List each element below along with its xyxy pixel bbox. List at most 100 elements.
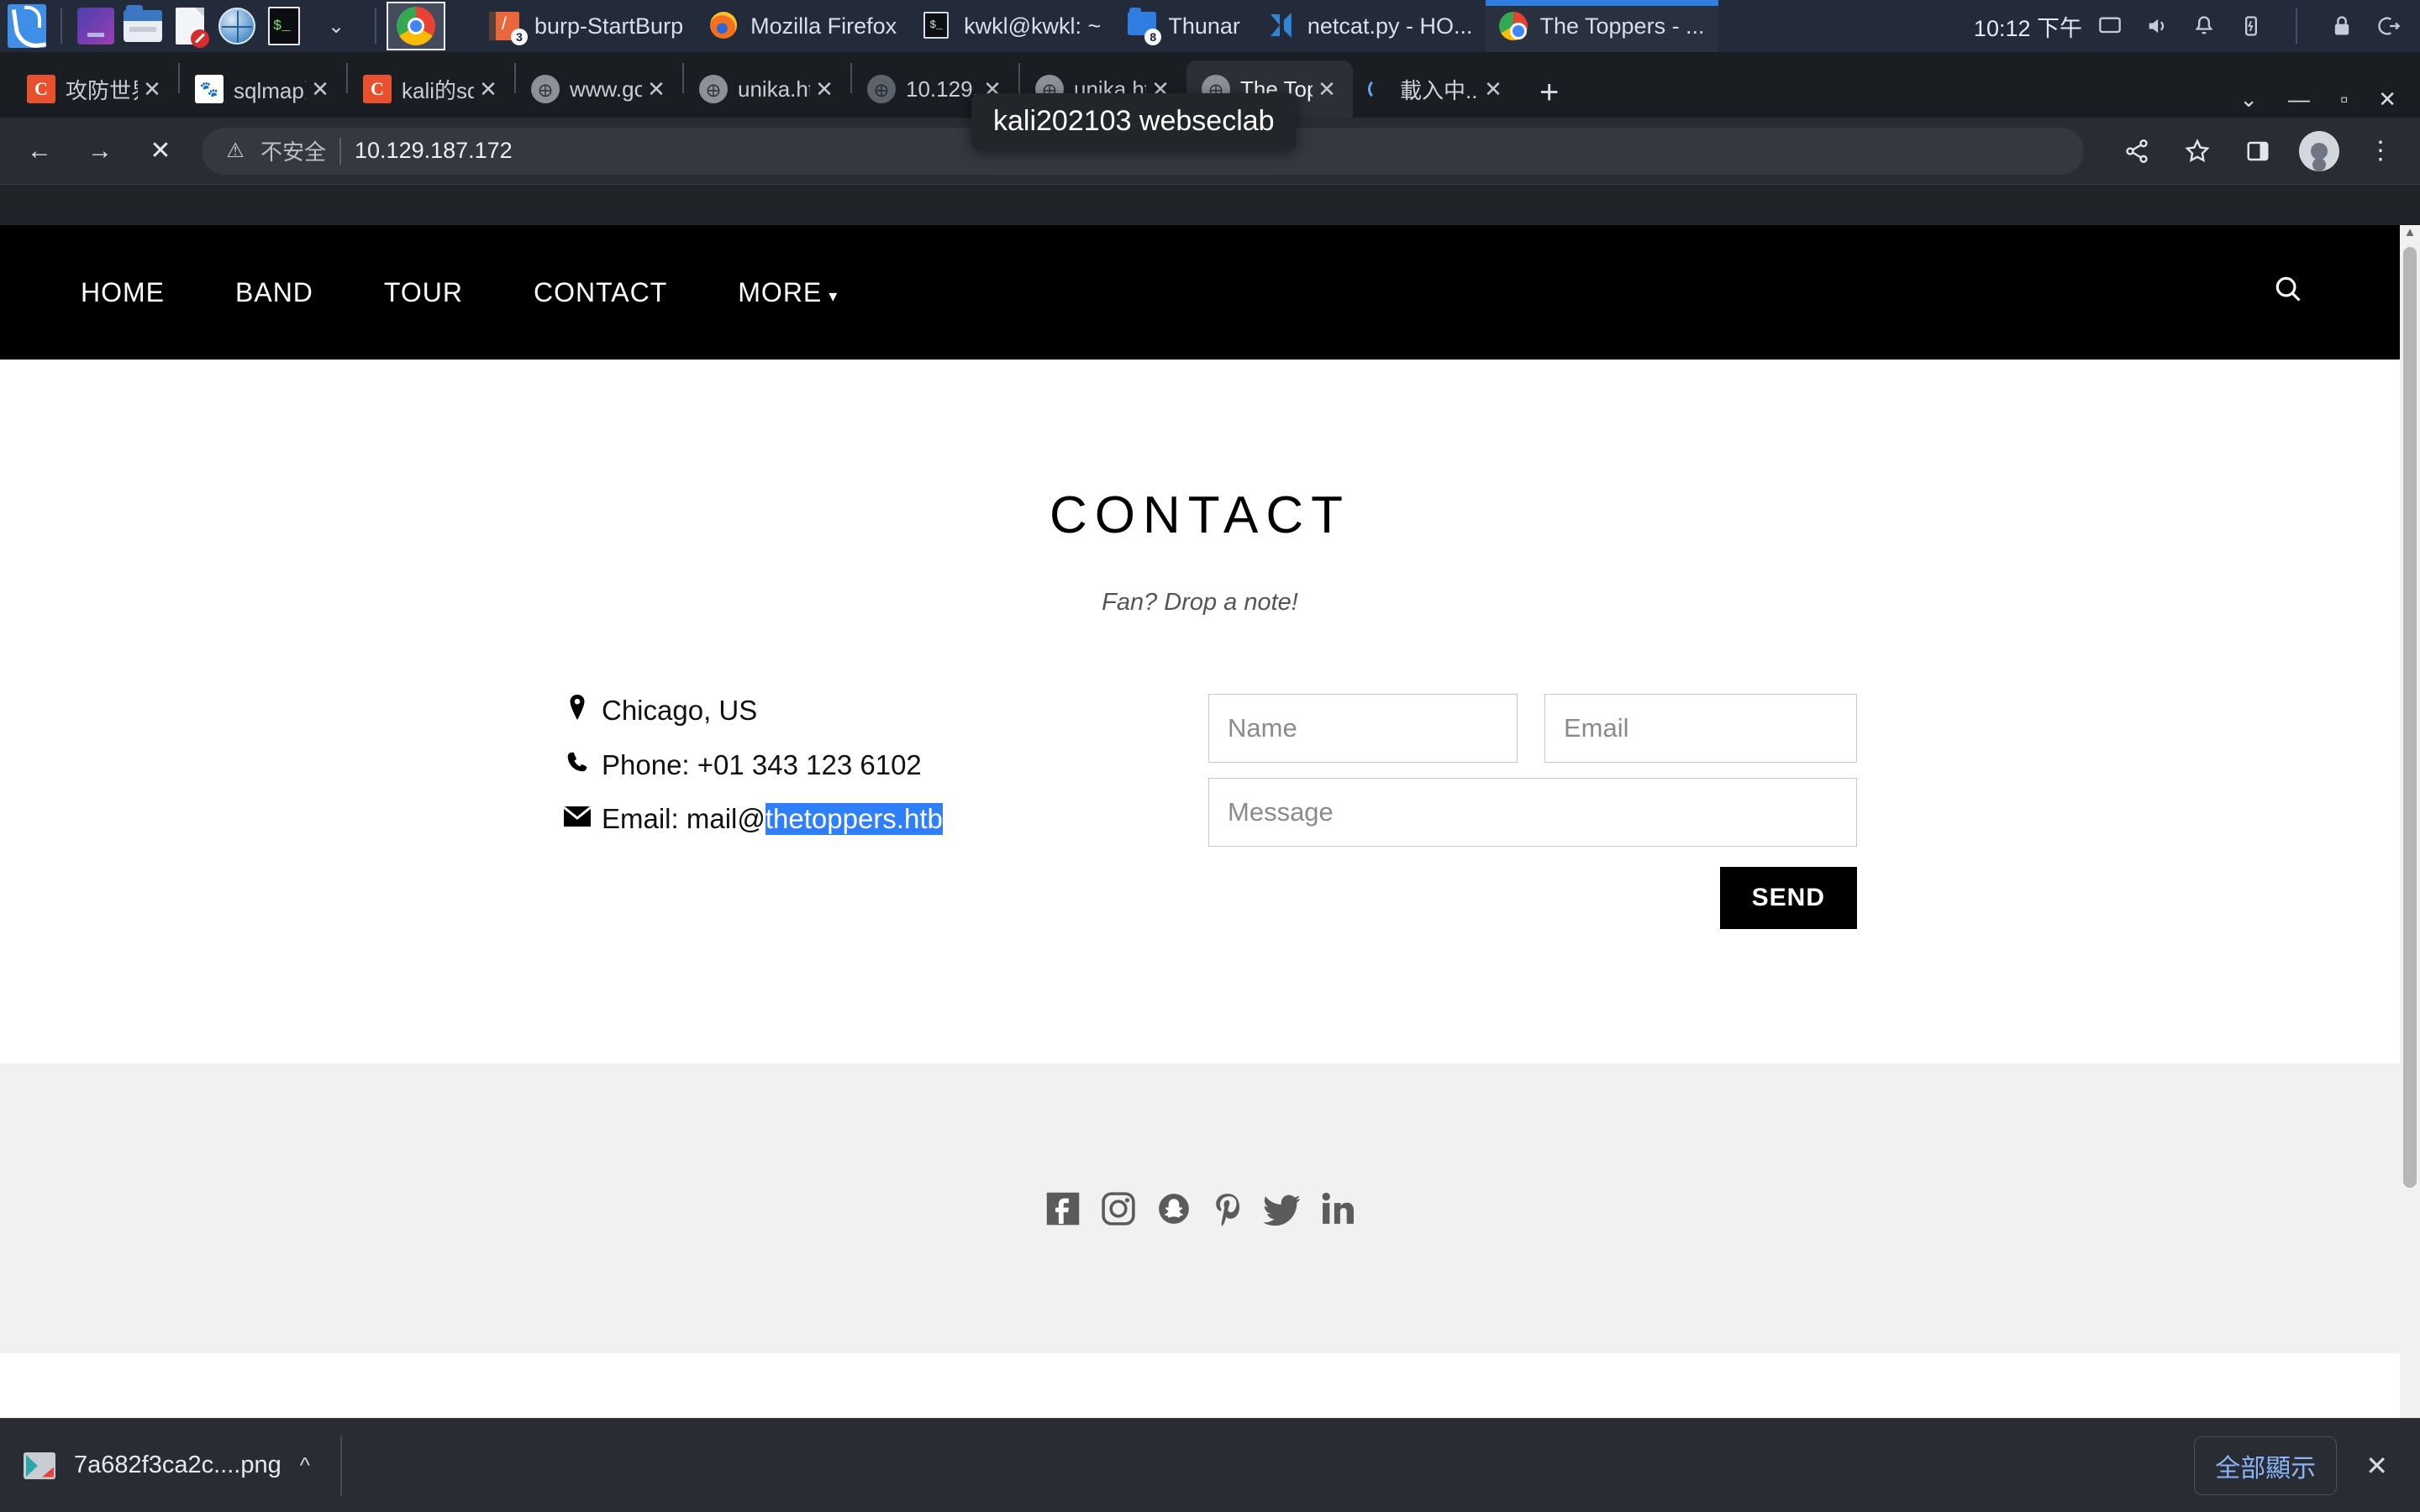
divider <box>375 8 376 44</box>
baidu-icon: 🐾 <box>195 75 224 103</box>
chrome-icon <box>1499 12 1528 40</box>
display-icon[interactable] <box>2097 13 2123 39</box>
stop-loading-button[interactable]: ✕ <box>141 132 180 171</box>
vscode-icon <box>1267 12 1296 40</box>
minimize-button[interactable]: — <box>2288 87 2310 113</box>
nav-item-tour[interactable]: TOUR <box>349 277 498 308</box>
terminal-icon[interactable]: $_ <box>260 3 308 50</box>
tab-1[interactable]: 🐾 sqlmap更新 ✕ <box>180 60 346 118</box>
send-button[interactable]: SEND <box>1719 867 1857 929</box>
taskbar-window-terminal[interactable]: $_ kwkl@kwkl: ~ <box>910 0 1114 52</box>
spinner-icon <box>1368 78 1390 100</box>
selected-email-domain[interactable]: thetoppers.htb <box>765 803 943 835</box>
volume-icon[interactable] <box>2144 13 2170 39</box>
system-tray <box>2097 8 2420 44</box>
twitter-icon[interactable] <box>1263 1190 1302 1227</box>
tab-2[interactable]: C kali的sqlm ✕ <box>348 60 514 118</box>
lock-icon[interactable] <box>2329 13 2354 39</box>
nav-item-band[interactable]: BAND <box>200 277 349 308</box>
nav-item-contact[interactable]: CONTACT <box>498 277 702 308</box>
divider <box>339 1435 342 1496</box>
image-file-icon <box>24 1452 55 1479</box>
tab-0[interactable]: C 攻防世界w ✕ <box>12 60 178 118</box>
search-icon[interactable] <box>2272 273 2354 312</box>
taskbar-window-label: kwkl@kwkl: ~ <box>964 13 1102 39</box>
chevron-up-icon[interactable]: ^ <box>300 1452 310 1478</box>
system-taskbar: $_ ⌄ 3 burp-StartBurp Mozilla Firefox $_… <box>0 0 2420 52</box>
pinterest-icon[interactable] <box>1211 1190 1244 1227</box>
taskbar-window-chrome[interactable]: The Toppers - ... <box>1486 0 1718 52</box>
tab-close-icon[interactable]: ✕ <box>306 76 334 102</box>
maximize-button[interactable]: ▫ <box>2340 87 2348 113</box>
snapchat-icon[interactable] <box>1155 1190 1192 1227</box>
window-title-tooltip: kali202103 webseclab <box>971 93 1297 150</box>
text-editor-icon[interactable] <box>166 3 213 50</box>
close-window-button[interactable]: ✕ <box>2378 87 2396 113</box>
battery-icon[interactable] <box>2238 13 2264 39</box>
download-item[interactable]: 7a682f3ca2c....png ^ <box>24 1452 340 1479</box>
share-icon[interactable] <box>2118 132 2156 171</box>
message-input[interactable]: Message <box>1208 778 1857 847</box>
file-manager-icon[interactable] <box>119 3 166 50</box>
close-download-shelf-button[interactable]: ✕ <box>2365 1450 2388 1482</box>
page-scrollbar[interactable]: ▲ ▼ <box>2400 225 2420 1457</box>
tab-close-icon[interactable]: ✕ <box>1479 76 1507 102</box>
taskbar-window-burp[interactable]: 3 burp-StartBurp <box>481 0 697 52</box>
tab-close-icon[interactable]: ✕ <box>810 76 839 102</box>
name-input[interactable]: Name <box>1208 694 1518 763</box>
tab-title: 攻防世界w <box>66 77 138 103</box>
chrome-icon[interactable] <box>387 2 445 50</box>
nav-item-home[interactable]: HOME <box>45 277 200 308</box>
tab-close-icon[interactable]: ✕ <box>642 76 671 102</box>
tab-search-chevron-icon[interactable]: ⌄ <box>2239 87 2258 113</box>
chrome-menu-button[interactable]: ⋮ <box>2361 132 2400 171</box>
kali-menu-icon[interactable] <box>3 3 50 50</box>
tab-4[interactable]: 🜨 unika.htb/ ✕ <box>684 60 850 118</box>
taskbar-window-firefox[interactable]: Mozilla Firefox <box>697 0 910 52</box>
tab-close-icon[interactable]: ✕ <box>1313 76 1341 102</box>
divider <box>2296 8 2297 44</box>
terminal-icon: $_ <box>923 12 952 40</box>
nav-item-more[interactable]: MORE ▾ <box>702 277 873 308</box>
files-icon[interactable] <box>72 3 119 50</box>
taskbar-window-label: Thunar <box>1168 13 1240 39</box>
avatar-icon[interactable] <box>2299 130 2339 171</box>
back-button[interactable]: ← <box>20 132 59 171</box>
globe-icon: 🜨 <box>699 75 728 103</box>
badge-count: 8 <box>1144 29 1162 45</box>
tab-8-loading[interactable]: 載入中... ✕ <box>1353 60 1519 118</box>
taskbar-window-thunar[interactable]: 8 Thunar <box>1114 0 1254 52</box>
show-all-downloads-button[interactable]: 全部顯示 <box>2194 1436 2338 1495</box>
logout-icon[interactable] <box>2376 13 2402 39</box>
instagram-icon[interactable] <box>1100 1190 1137 1227</box>
forward-button[interactable]: → <box>81 132 119 171</box>
page-viewport: HOME BAND TOUR CONTACT MORE ▾ CONTACT Fan… <box>0 225 2420 1457</box>
clock[interactable]: 10:12 下午 <box>1959 10 2097 43</box>
facebook-icon[interactable] <box>1044 1190 1081 1227</box>
contact-section: CONTACT Fan? Drop a note! Chicago, US Ph… <box>0 360 2400 929</box>
new-tab-button[interactable]: + <box>1519 76 1579 118</box>
tab-close-icon[interactable]: ✕ <box>138 76 166 102</box>
chevron-down-icon[interactable]: ⌄ <box>313 3 360 50</box>
tab-3[interactable]: 🜨 www.goog ✕ <box>516 60 682 118</box>
tab-title: unika.htb/ <box>738 76 810 102</box>
scrollbar-thumb[interactable] <box>2403 247 2417 1188</box>
page-subtitle: Fan? Drop a note! <box>1102 589 1298 616</box>
bookmark-star-icon[interactable] <box>2178 132 2217 171</box>
bell-icon[interactable] <box>2191 13 2217 39</box>
form-row-1: Name Email <box>1208 694 1862 763</box>
divider <box>60 8 62 44</box>
contact-phone: Phone: +01 343 123 6102 <box>553 749 1185 781</box>
form-actions: SEND <box>1208 867 1857 929</box>
scroll-up-arrow-icon[interactable]: ▲ <box>2400 225 2420 245</box>
taskbar-window-vscode[interactable]: netcat.py - HO... <box>1254 0 1486 52</box>
web-browser-icon[interactable] <box>213 3 260 50</box>
download-shelf: 7a682f3ca2c....png ^ 全部顯示 ✕ <box>0 1418 2420 1512</box>
side-panel-icon[interactable] <box>2238 132 2277 171</box>
tab-close-icon[interactable]: ✕ <box>474 76 502 102</box>
not-secure-warning-icon[interactable]: ⚠ <box>224 139 247 163</box>
email-input[interactable]: Email <box>1544 694 1857 763</box>
contact-phone-text: Phone: +01 343 123 6102 <box>602 749 922 780</box>
url-text: 10.129.187.172 <box>355 138 513 163</box>
linkedin-icon[interactable] <box>1320 1190 1355 1227</box>
